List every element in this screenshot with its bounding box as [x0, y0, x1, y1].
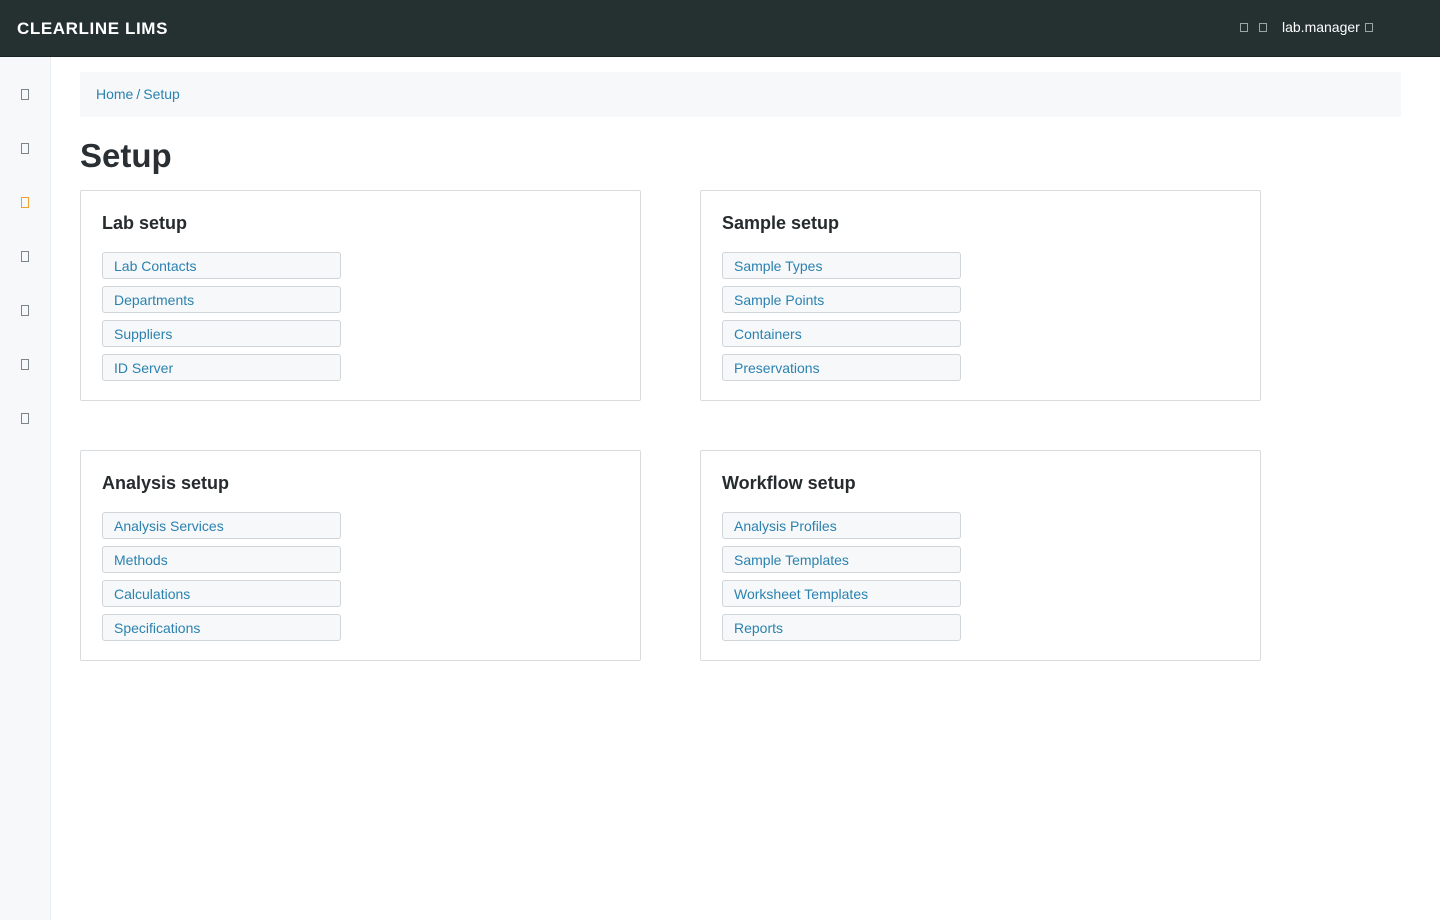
sidebar-item-reports[interactable] [0, 344, 50, 384]
panel-links: Sample Types Sample Points Containers Pr… [722, 252, 961, 388]
sidebar-item-clients[interactable] [0, 290, 50, 330]
link-id-server[interactable]: ID Server [102, 354, 341, 381]
sidebar-item-setup[interactable] [0, 182, 50, 222]
home-icon [21, 88, 29, 100]
link-methods[interactable]: Methods [102, 546, 341, 573]
panel-links: Analysis Services Methods Calculations S… [102, 512, 341, 648]
breadcrumb-separator: / [136, 86, 141, 102]
link-departments[interactable]: Departments [102, 286, 341, 313]
clients-icon [21, 304, 29, 316]
link-analysis-services[interactable]: Analysis Services [102, 512, 341, 539]
sidebar [0, 57, 51, 920]
breadcrumb-home[interactable]: Home [96, 86, 133, 102]
link-sample-templates[interactable]: Sample Templates [722, 546, 961, 573]
link-containers[interactable]: Containers [722, 320, 961, 347]
notifications-icon[interactable] [1240, 22, 1248, 32]
sidebar-item-settings[interactable] [0, 398, 50, 438]
link-suppliers[interactable]: Suppliers [102, 320, 341, 347]
panel-analysis-setup: Analysis setup Analysis Services Methods… [80, 450, 641, 661]
panel-sample-setup: Sample setup Sample Types Sample Points … [700, 190, 1261, 401]
link-specifications[interactable]: Specifications [102, 614, 341, 641]
link-worksheet-templates[interactable]: Worksheet Templates [722, 580, 961, 607]
chevron-down-icon[interactable] [1364, 22, 1373, 32]
panel-title: Workflow setup [722, 473, 856, 493]
page-title: Setup [80, 137, 172, 174]
user-menu-name[interactable]: lab.manager [1282, 19, 1360, 35]
link-sample-types[interactable]: Sample Types [722, 252, 961, 279]
panel-title: Lab setup [102, 213, 188, 233]
panel-links: Lab Contacts Departments Suppliers ID Se… [102, 252, 341, 388]
link-analysis-profiles[interactable]: Analysis Profiles [722, 512, 961, 539]
top-bar: CLEARLINE LIMS lab.manager [0, 0, 1440, 57]
link-reports[interactable]: Reports [722, 614, 961, 641]
settings-icon [21, 412, 29, 424]
panel-title: Analysis setup [102, 473, 230, 493]
link-calculations[interactable]: Calculations [102, 580, 341, 607]
app-brand[interactable]: CLEARLINE LIMS [17, 19, 168, 39]
sidebar-item-samples[interactable] [0, 128, 50, 168]
panel-workflow-setup: Workflow setup Analysis Profiles Sample … [700, 450, 1261, 661]
breadcrumb-current[interactable]: Setup [143, 86, 180, 102]
setup-icon [21, 196, 29, 208]
help-icon[interactable] [1259, 22, 1267, 32]
reports-icon [21, 358, 29, 370]
panel-title: Sample setup [722, 213, 840, 233]
link-lab-contacts[interactable]: Lab Contacts [102, 252, 341, 279]
samples-icon [21, 142, 29, 154]
link-preservations[interactable]: Preservations [722, 354, 961, 381]
panel-links: Analysis Profiles Sample Templates Works… [722, 512, 961, 648]
link-sample-points[interactable]: Sample Points [722, 286, 961, 313]
worksheets-icon [21, 250, 29, 262]
top-right-controls: lab.manager [1240, 18, 1373, 36]
panel-lab-setup: Lab setup Lab Contacts Departments Suppl… [80, 190, 641, 401]
breadcrumb: Home / Setup [80, 72, 1401, 117]
sidebar-item-worksheets[interactable] [0, 236, 50, 276]
sidebar-item-home[interactable] [0, 74, 50, 114]
